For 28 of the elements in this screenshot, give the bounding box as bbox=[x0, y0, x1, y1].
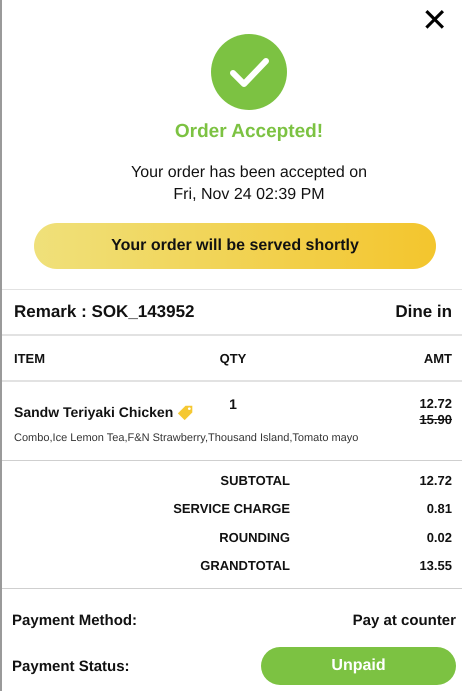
item-amount: 12.72 bbox=[419, 396, 452, 412]
item-modifiers: Combo,Ice Lemon Tea,F&N Strawberry,Thousand Island,Tomato mayo bbox=[13, 431, 360, 446]
original-amount: 15.90 bbox=[419, 412, 452, 428]
total-value: 0.02 bbox=[426, 530, 452, 545]
total-value: 0.81 bbox=[426, 501, 452, 516]
close-button[interactable]: ✕ bbox=[421, 4, 448, 36]
total-label: ROUNDING bbox=[218, 530, 290, 545]
success-check-icon bbox=[211, 34, 287, 110]
column-header: QTY bbox=[218, 350, 248, 366]
status-title: Order Accepted! bbox=[174, 121, 324, 143]
payment-status-label: Payment Status: bbox=[12, 658, 130, 674]
total-label: SERVICE CHARGE bbox=[172, 501, 290, 516]
status-message: Your order has been accepted on bbox=[130, 163, 368, 183]
item-quantity: 1 bbox=[228, 396, 238, 414]
payment-method-label: Payment Method: bbox=[12, 612, 138, 628]
dining-option: Dine in bbox=[395, 302, 452, 322]
total-value: 13.55 bbox=[418, 558, 452, 574]
order-time: Fri, Nov 24 02:39 PM bbox=[173, 185, 325, 205]
column-header: ITEM bbox=[14, 350, 46, 366]
column-header: AMT bbox=[424, 350, 452, 366]
item-name: Sandw Teriyaki Chicken bbox=[14, 404, 174, 420]
payment-method: Pay at counter bbox=[352, 612, 456, 628]
payment-status-badge: Unpaid bbox=[261, 647, 456, 685]
order-remark: Remark : SOK_143952 bbox=[14, 302, 195, 322]
total-value: 12.72 bbox=[418, 472, 452, 488]
total-label: SUBTOTAL bbox=[219, 472, 290, 488]
serving-banner: Your order will be served shortly bbox=[34, 223, 436, 269]
total-label: GRANDTOTAL bbox=[199, 558, 290, 574]
